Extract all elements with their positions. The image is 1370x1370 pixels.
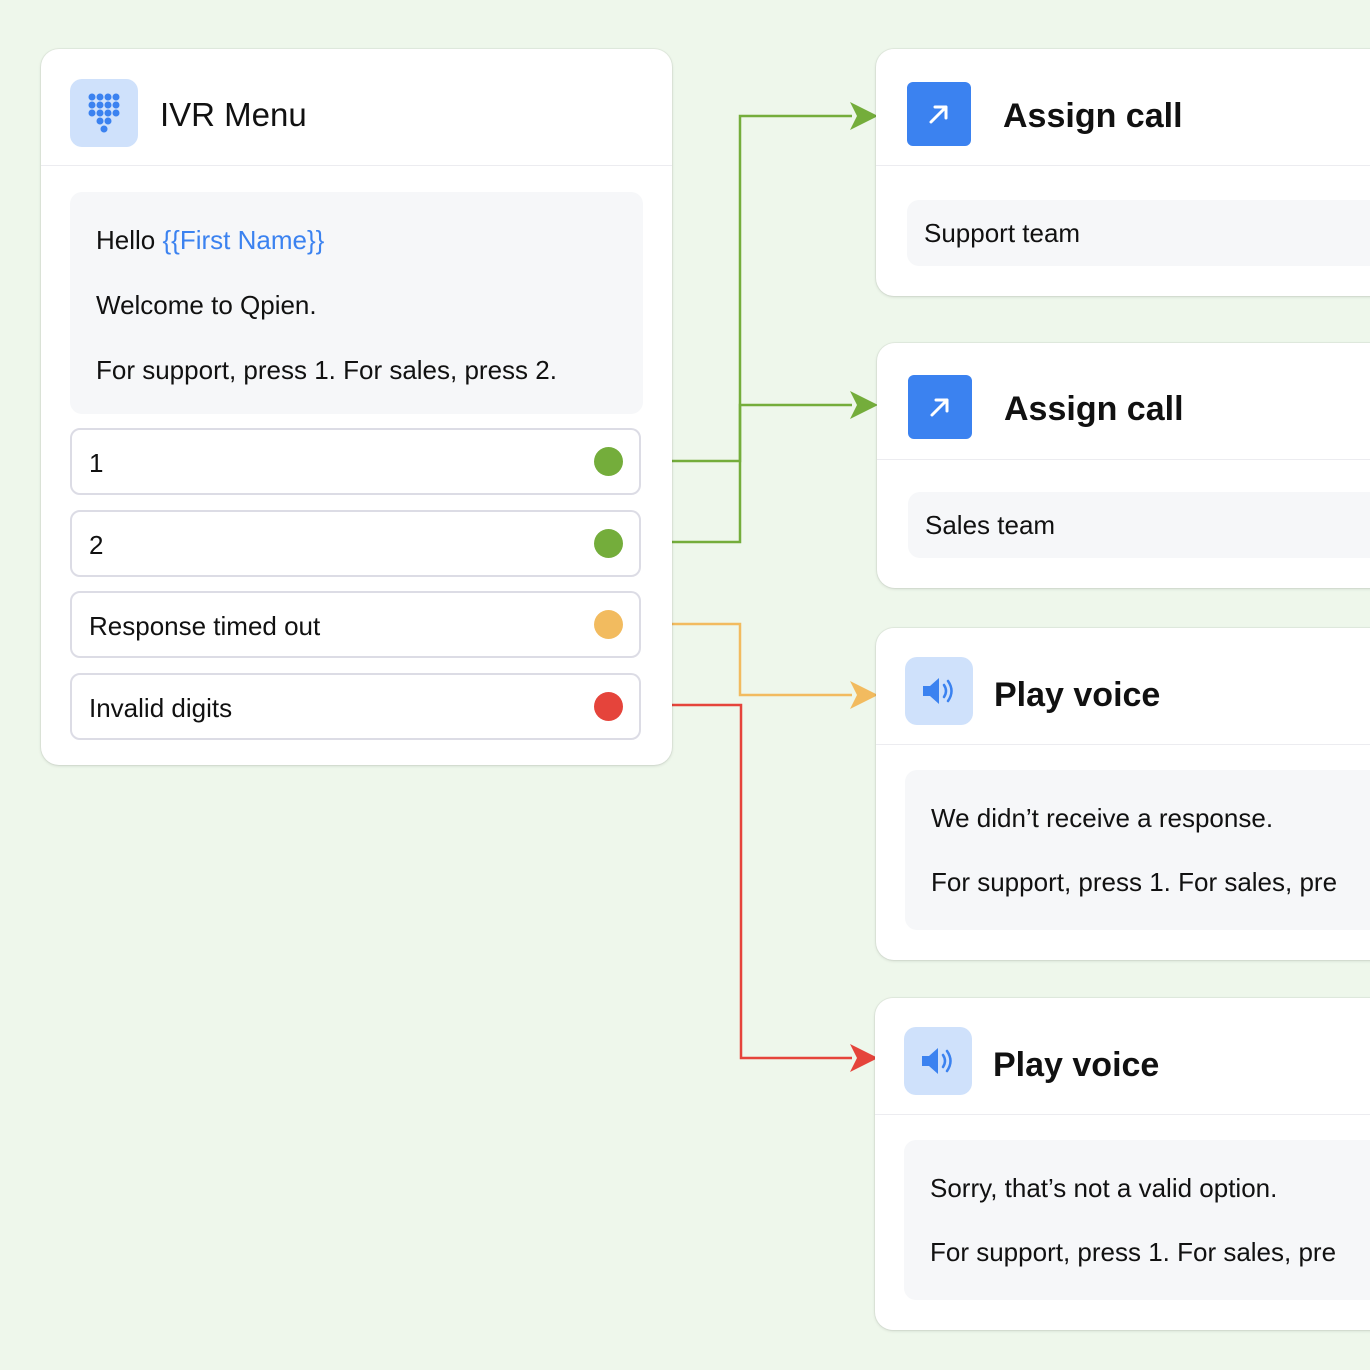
assign-call-node-sales[interactable]: Assign call Sales team <box>877 343 1370 588</box>
option-label: 1 <box>89 448 104 478</box>
node-message-box[interactable]: Sorry, that’s not a valid option. For su… <box>904 1140 1370 1300</box>
arrowhead-assign-2 <box>850 391 878 419</box>
arrowhead-assign-1 <box>850 102 878 130</box>
ivr-message-instructions: For support, press 1. For sales, press 2… <box>96 355 557 385</box>
message-line: We didn’t receive a response. <box>931 803 1274 833</box>
connector-handle-red[interactable] <box>594 692 623 721</box>
arrow-up-right-icon <box>907 82 971 146</box>
ivr-menu-title: IVR Menu <box>160 96 307 133</box>
option-1[interactable]: 1 <box>70 428 641 495</box>
first-name-variable: {{First Name}} <box>162 225 325 255</box>
assign-call-node-support[interactable]: Assign call Support team <box>876 49 1370 296</box>
node-body[interactable]: Sales team <box>908 492 1370 558</box>
option-label: Invalid digits <box>89 693 233 723</box>
ivr-message-greeting: Hello {{First Name}} <box>96 225 324 256</box>
assigned-team: Sales team <box>925 510 1056 540</box>
arrowhead-play-2 <box>850 1044 878 1072</box>
greeting-text: Hello <box>96 225 156 255</box>
ivr-message-box[interactable]: Hello {{First Name}} Welcome to Qpien. F… <box>70 192 643 414</box>
node-header: Play voice <box>875 998 1370 1115</box>
connector-handle-orange[interactable] <box>594 610 623 639</box>
option-invalid[interactable]: Invalid digits <box>70 673 641 740</box>
node-message-box[interactable]: We didn’t receive a response. For suppor… <box>905 770 1370 930</box>
node-title: Play voice <box>994 676 1161 714</box>
option-timeout[interactable]: Response timed out <box>70 591 641 658</box>
ivr-message-welcome: Welcome to Qpien. <box>96 290 317 320</box>
node-header: Assign call <box>876 49 1370 166</box>
option-label: 2 <box>89 530 104 560</box>
message-line: Sorry, that’s not a valid option. <box>930 1173 1278 1203</box>
connector-handle-green[interactable] <box>594 447 623 476</box>
keypad-icon <box>70 79 138 147</box>
node-header: Assign call <box>877 343 1370 460</box>
ivr-menu-header: IVR Menu <box>41 49 672 166</box>
message-line: For support, press 1. For sales, pre <box>931 867 1338 897</box>
connector-handle-green[interactable] <box>594 529 623 558</box>
play-voice-node-invalid[interactable]: Play voice Sorry, that’s not a valid opt… <box>875 998 1370 1330</box>
option-label: Response timed out <box>89 611 321 641</box>
play-voice-node-timeout[interactable]: Play voice We didn’t receive a response.… <box>876 628 1370 960</box>
node-title: Play voice <box>993 1046 1160 1084</box>
assigned-team: Support team <box>924 218 1081 248</box>
speaker-icon <box>904 1027 972 1095</box>
message-line: For support, press 1. For sales, pre <box>930 1237 1337 1267</box>
arrowhead-play-1 <box>850 681 878 709</box>
node-body[interactable]: Support team <box>907 200 1370 266</box>
speaker-icon <box>905 657 973 725</box>
arrow-up-right-icon <box>908 375 972 439</box>
node-header: Play voice <box>876 628 1370 745</box>
node-title: Assign call <box>1004 390 1184 428</box>
option-2[interactable]: 2 <box>70 510 641 577</box>
node-title: Assign call <box>1003 97 1183 135</box>
